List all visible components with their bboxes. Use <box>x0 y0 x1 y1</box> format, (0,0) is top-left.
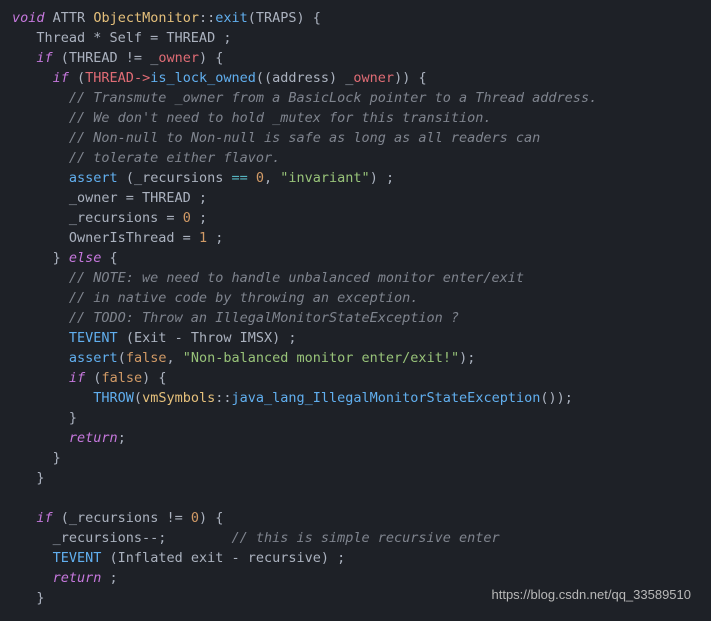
code-block: void ATTR ObjectMonitor::exit(TRAPS) { T… <box>12 8 699 608</box>
comment: // Transmute _owner from a BasicLock poi… <box>12 90 597 106</box>
code-line: Thread * Self = THREAD ; <box>12 30 231 46</box>
comment: // tolerate either flavor. <box>12 150 280 166</box>
comment: // Non-null to Non-null is safe as long … <box>12 130 540 146</box>
code-line: _owner = THREAD ; <box>12 190 207 206</box>
comment: // in native code by throwing an excepti… <box>12 290 418 306</box>
watermark: https://blog.csdn.net/qq_33589510 <box>492 585 692 605</box>
comment: // TODO: Throw an IllegalMonitorStateExc… <box>12 310 459 326</box>
comment: // We don't need to hold _mutex for this… <box>12 110 492 126</box>
comment: // NOTE: we need to handle unbalanced mo… <box>12 270 524 286</box>
keyword-void: void <box>12 10 45 26</box>
